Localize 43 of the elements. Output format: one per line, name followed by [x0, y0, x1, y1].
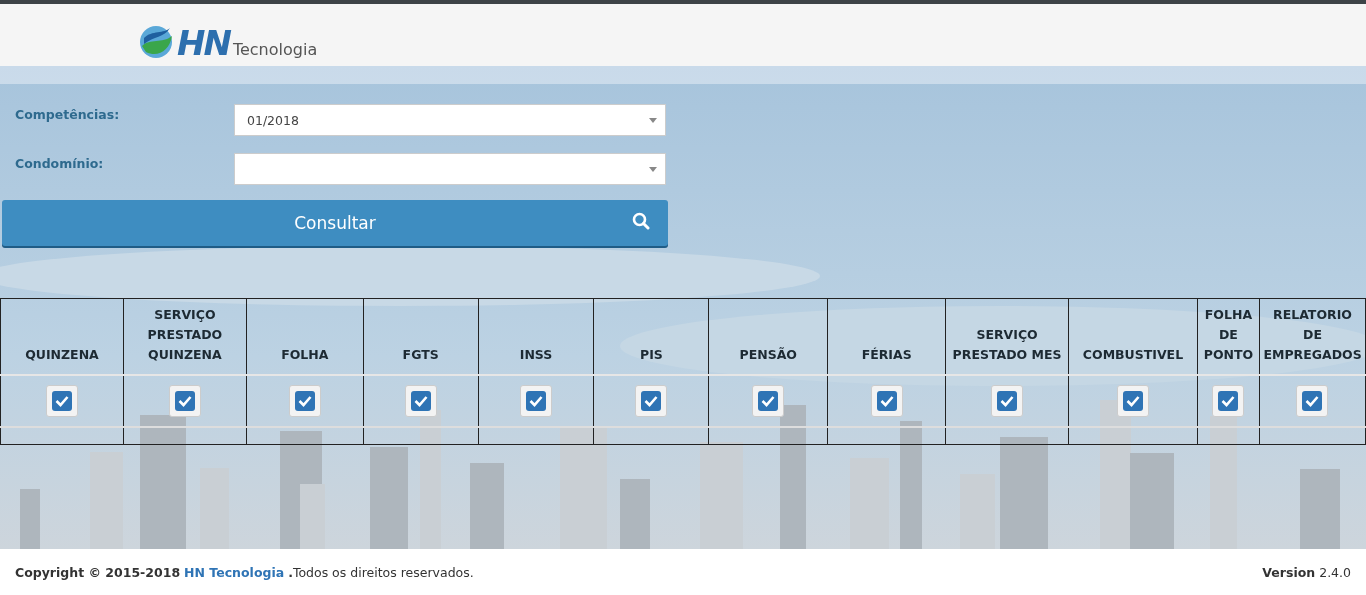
check-icon	[1000, 394, 1015, 407]
column-header: PIS	[639, 345, 663, 364]
check-icon	[297, 394, 312, 407]
check-icon	[1126, 394, 1140, 407]
checkbox[interactable]	[1296, 384, 1329, 417]
check-icon	[879, 394, 894, 407]
field-label: Competências:	[14, 106, 121, 122]
company-link[interactable]: HN Tecnologia	[184, 564, 285, 580]
logo-text: Tecnologia	[232, 42, 318, 60]
globe-swirl-icon	[138, 24, 174, 60]
column-header: FOLHA	[281, 345, 329, 364]
check-icon	[1221, 394, 1236, 407]
checkbox[interactable]	[635, 384, 668, 417]
column-header: PENSÃO	[739, 345, 797, 364]
check-icon	[54, 394, 69, 407]
select-field[interactable]: 01/2018	[234, 104, 666, 136]
search-button[interactable]: Consultar	[2, 200, 668, 246]
logo-mark: HN	[177, 26, 230, 60]
field-value: 01/2018	[247, 112, 299, 128]
column-header: FGTS	[402, 345, 439, 364]
column-header: SERVIÇO PRESTADO MES	[951, 325, 1063, 364]
checkbox[interactable]	[991, 384, 1024, 417]
check-icon	[529, 394, 543, 407]
check-icon	[761, 394, 776, 407]
column-header: COMBUSTIVEL	[1082, 345, 1184, 364]
copyright-text: Copyright © 2015-2018 HN Tecnologia .Todos os direitos reservados.	[15, 564, 474, 580]
column-header: SERVIÇO PRESTADO QUINZENA	[146, 305, 224, 364]
check-icon	[177, 394, 192, 407]
field-label: Condomínio:	[14, 155, 105, 171]
check-icon	[1305, 394, 1320, 407]
checkbox[interactable]	[520, 384, 552, 417]
check-icon	[644, 394, 659, 407]
checkbox[interactable]	[752, 384, 785, 417]
column-header: QUINZENA	[25, 345, 99, 364]
select-field[interactable]	[234, 153, 666, 185]
search-icon	[632, 212, 650, 230]
column-header: INSS	[519, 345, 553, 364]
version-text: Version 2.4.0	[1262, 564, 1351, 580]
column-header: FOLHA DE PONTO	[1202, 305, 1255, 364]
column-header: RELATORIO DE EMPREGADOS	[1263, 305, 1362, 364]
check-icon	[413, 394, 428, 407]
column-header: FÉRIAS	[861, 345, 912, 364]
checkbox[interactable]	[1212, 384, 1245, 417]
